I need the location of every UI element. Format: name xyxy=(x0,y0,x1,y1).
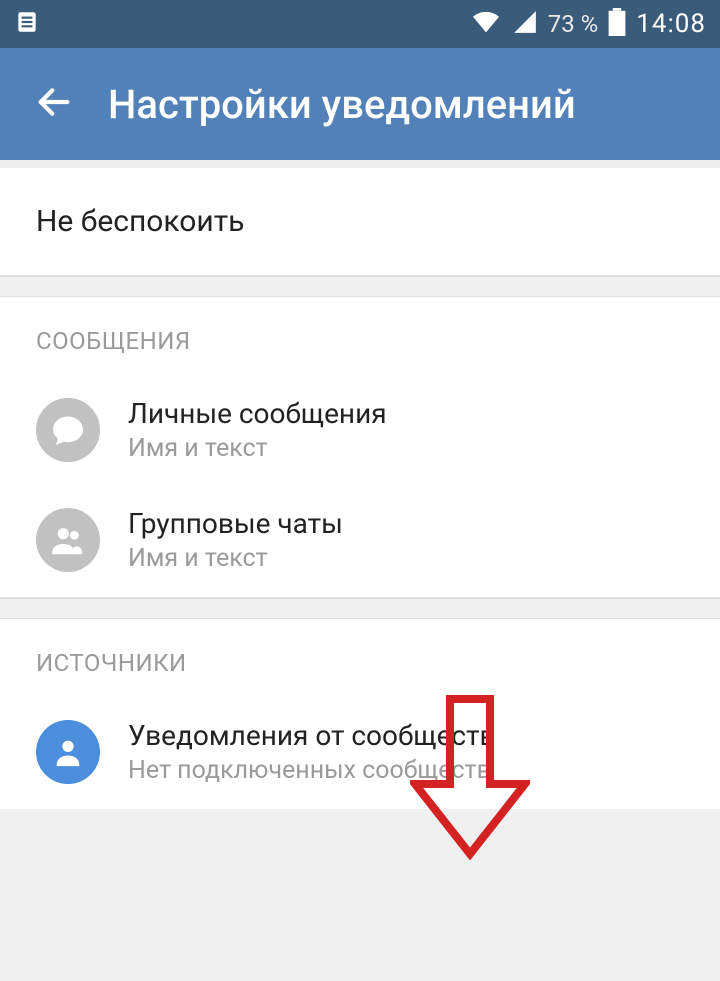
back-button[interactable] xyxy=(30,80,78,128)
arrow-left-icon xyxy=(34,82,74,126)
battery-icon xyxy=(608,8,626,40)
setting-title: Личные сообщения xyxy=(128,397,387,430)
section-sources: ИСТОЧНИКИ Уведомления от сообществ Нет п… xyxy=(0,618,720,809)
dnd-label: Не беспокоить xyxy=(36,204,684,239)
setting-title: Уведомления от сообществ xyxy=(128,719,496,752)
setting-sub: Имя и текст xyxy=(128,434,387,463)
section-header-sources: ИСТОЧНИКИ xyxy=(0,619,720,699)
setting-text: Групповые чаты Имя и текст xyxy=(128,507,343,573)
setting-title: Групповые чаты xyxy=(128,507,343,540)
setting-text: Личные сообщения Имя и текст xyxy=(128,397,387,463)
setting-sub: Имя и текст xyxy=(128,544,343,573)
page-title: Настройки уведомлений xyxy=(108,81,576,128)
status-bar: 73 % 14:08 xyxy=(0,0,720,48)
clock: 14:08 xyxy=(636,9,706,39)
battery-percent: 73 % xyxy=(548,10,599,38)
divider xyxy=(0,276,720,296)
wifi-icon xyxy=(470,9,502,39)
chat-bubble-icon xyxy=(36,398,100,462)
divider xyxy=(0,598,720,618)
group-icon xyxy=(36,508,100,572)
status-left xyxy=(14,9,40,39)
setting-group-chats[interactable]: Групповые чаты Имя и текст xyxy=(0,487,720,597)
dnd-row[interactable]: Не беспокоить xyxy=(0,168,720,276)
status-right: 73 % 14:08 xyxy=(470,8,706,40)
notification-icon xyxy=(14,9,40,39)
app-bar: Настройки уведомлений xyxy=(0,48,720,160)
setting-personal-messages[interactable]: Личные сообщения Имя и текст xyxy=(0,377,720,487)
section-messages: СООБЩЕНИЯ Личные сообщения Имя и текст Г… xyxy=(0,296,720,598)
person-icon xyxy=(36,720,100,784)
divider xyxy=(0,160,720,168)
setting-text: Уведомления от сообществ Нет подключенны… xyxy=(128,719,496,785)
signal-icon xyxy=(512,9,538,39)
setting-sub: Нет подключенных сообществ xyxy=(128,756,496,785)
section-header-messages: СООБЩЕНИЯ xyxy=(0,297,720,377)
setting-community-notifications[interactable]: Уведомления от сообществ Нет подключенны… xyxy=(0,699,720,809)
